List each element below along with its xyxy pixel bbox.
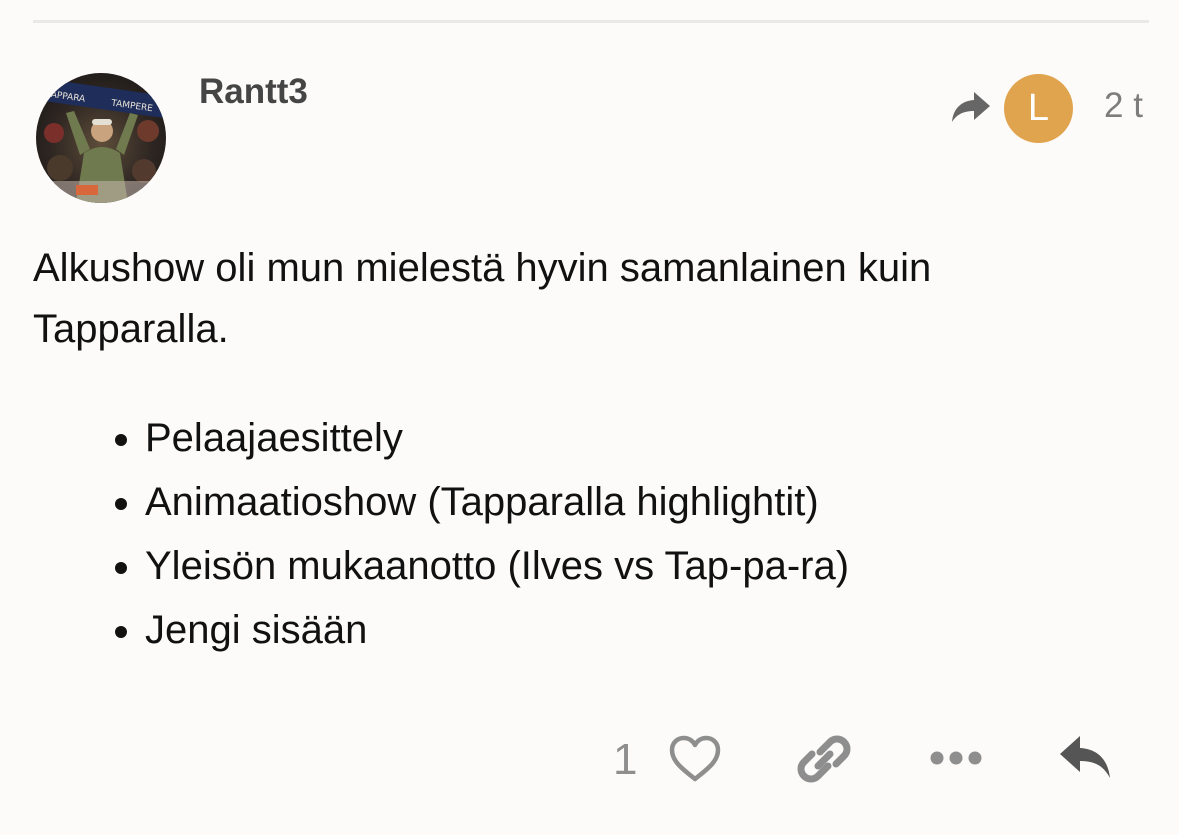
post-username[interactable]: Rantt3 [199,72,308,112]
post-timestamp[interactable]: 2 t [1104,86,1143,126]
top-divider [33,20,1149,23]
heart-icon[interactable] [668,735,722,783]
post-list: Pelaajaesittely Animaatioshow (Tapparall… [33,406,849,662]
like-count[interactable]: 1 [613,734,637,786]
list-item: Pelaajaesittely [145,406,849,470]
ellipsis-icon[interactable] [930,748,982,768]
link-icon[interactable] [796,732,852,786]
user-avatar[interactable]: TAPPARA TAMPERE [36,73,166,203]
reply-to-avatar[interactable]: L [1004,74,1073,143]
reply-icon[interactable] [1058,734,1114,782]
share-arrow-icon[interactable] [950,88,992,126]
post-paragraph: Alkushow oli mun mielestä hyvin samanlai… [33,246,932,351]
post-body: Alkushow oli mun mielestä hyvin samanlai… [33,238,1133,652]
avatar-photo: TAPPARA TAMPERE [36,73,166,203]
list-item: Animaatioshow (Tapparalla highlightit) [145,470,849,534]
list-item: Jengi sisään [145,598,849,662]
list-item: Yleisön mukaanotto (Ilves vs Tap-pa-ra) [145,534,849,598]
